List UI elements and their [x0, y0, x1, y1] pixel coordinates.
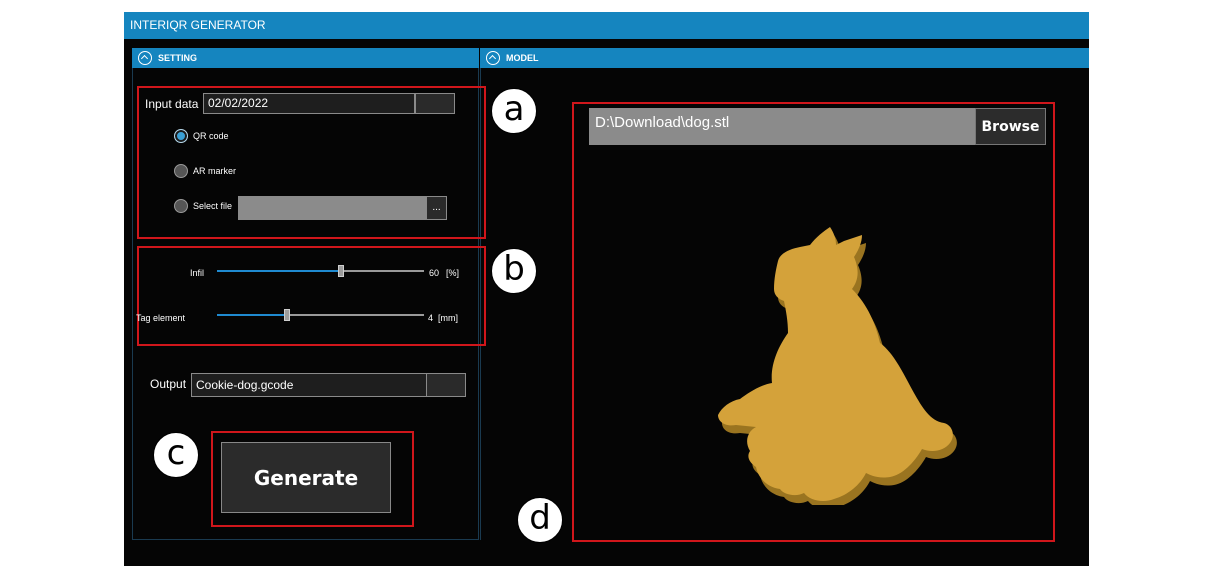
infill-value: 60 — [429, 268, 440, 278]
input-data-button[interactable] — [415, 93, 455, 114]
callout-c: c — [153, 432, 199, 478]
tag-element-slider[interactable] — [217, 309, 424, 321]
tag-element-unit: [mm] — [438, 313, 458, 323]
select-file-field[interactable] — [238, 196, 426, 220]
output-button[interactable] — [426, 373, 466, 397]
select-file-browse-button[interactable]: ... — [426, 196, 447, 220]
callout-b: b — [491, 248, 537, 294]
radio-select-file[interactable] — [174, 199, 188, 213]
dog-model-icon — [718, 227, 957, 505]
infill-unit: [%] — [446, 268, 460, 278]
model-panel-title: MODEL — [506, 53, 539, 63]
callout-d: d — [517, 497, 563, 543]
setting-panel-title: SETTING — [158, 53, 198, 63]
radio-ar-marker[interactable] — [174, 164, 188, 178]
infill-slider-fill — [217, 270, 341, 272]
output-label: Output — [150, 377, 187, 391]
slider-section-highlight — [137, 246, 486, 346]
model-browse-button[interactable]: Browse — [975, 108, 1046, 145]
radio-label-qr-code: QR code — [193, 131, 229, 141]
radio-label-select-file: Select file — [193, 201, 233, 211]
setting-panel-header[interactable]: SETTING — [132, 48, 479, 68]
radio-qr-code[interactable] — [174, 129, 188, 143]
radio-label-ar-marker: AR marker — [193, 166, 237, 176]
tag-element-slider-fill — [217, 314, 287, 316]
model-path-field[interactable]: D:\Download\dog.stl — [589, 108, 975, 145]
infill-slider-thumb[interactable] — [338, 265, 344, 277]
input-data-label: Input data — [145, 97, 199, 111]
model-panel-header[interactable]: MODEL — [480, 48, 1089, 68]
tag-element-value: 4 — [428, 313, 434, 323]
model-3d-viewport[interactable] — [700, 215, 970, 505]
callout-a: a — [491, 88, 537, 134]
window-title: INTERIQR GENERATOR — [124, 12, 1089, 39]
chevron-up-icon[interactable] — [138, 51, 152, 65]
tag-element-slider-thumb[interactable] — [284, 309, 290, 321]
tag-element-label: Tag element — [136, 313, 186, 323]
input-data-field[interactable]: 02/02/2022 — [203, 93, 415, 114]
chevron-up-icon[interactable] — [486, 51, 500, 65]
infill-label: Infil — [190, 268, 205, 278]
infill-slider[interactable] — [217, 265, 424, 277]
output-field[interactable]: Cookie-dog.gcode — [191, 373, 427, 397]
generate-button[interactable]: Generate — [221, 442, 391, 513]
